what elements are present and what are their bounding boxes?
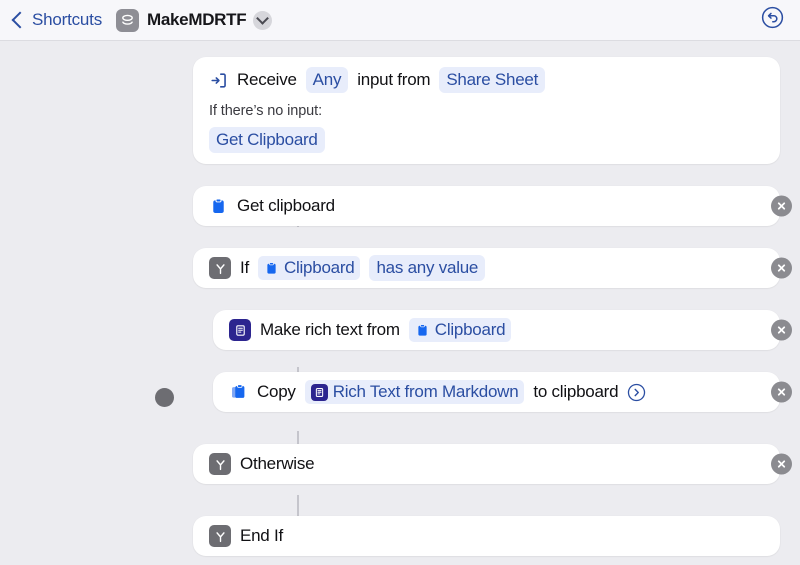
action-card-copy-to-clipboard[interactable]: Copy Rich Text from Markdown to clipboar… [213, 372, 792, 412]
action-card-if[interactable]: If Clipboard has any value [193, 248, 792, 288]
back-button-label: Shortcuts [32, 10, 103, 29]
action-list: Receive Any input from Share Sheet If th… [193, 57, 792, 565]
receive-label-1: Receive [237, 70, 297, 89]
otherwise-label: Otherwise [240, 454, 315, 473]
shortcuts-app-icon [116, 8, 140, 32]
delete-action-button[interactable] [771, 319, 792, 341]
clipboard-icon [209, 197, 228, 216]
action-card-end-if[interactable]: End If [193, 516, 780, 556]
chevron-down-glyph [256, 11, 270, 25]
chevron-left-icon [11, 11, 29, 29]
copy-source-label: Rich Text from Markdown [332, 382, 519, 401]
chevron-right-circle-icon[interactable] [627, 383, 646, 402]
action-card-make-rich-text[interactable]: Make rich text from Clipboard [213, 310, 792, 350]
if-variable-label: Clipboard [283, 258, 355, 277]
rich-text-source-label: Clipboard [434, 320, 506, 339]
action-card-receive-input[interactable]: Receive Any input from Share Sheet If th… [193, 57, 780, 164]
if-condition-token[interactable]: has any value [369, 255, 486, 281]
import-input-icon [209, 71, 228, 90]
page-title: MakeMDRTF [147, 10, 247, 29]
branch-icon [209, 453, 231, 475]
receive-label-2: input from [357, 70, 431, 89]
delete-action-button[interactable] [771, 195, 792, 217]
action-card-otherwise[interactable]: Otherwise [193, 444, 792, 484]
copy-label: Copy [257, 382, 296, 401]
branch-icon [209, 257, 231, 279]
no-input-label: If there’s no input: [209, 103, 323, 119]
rich-text-icon [229, 319, 251, 341]
clipboard-icon [264, 261, 279, 276]
input-type-token[interactable]: Any [305, 67, 349, 93]
rich-text-source-token[interactable]: Clipboard [408, 318, 512, 342]
shortcut-editor-canvas: Receive Any input from Share Sheet If th… [0, 41, 800, 556]
delete-action-button[interactable] [771, 381, 792, 403]
action-card-get-clipboard[interactable]: Get clipboard [193, 186, 792, 226]
copy-clipboard-icon [229, 383, 248, 402]
if-label: If [240, 258, 249, 277]
delete-action-button[interactable] [771, 453, 792, 475]
input-source-token[interactable]: Share Sheet [439, 67, 546, 93]
branch-icon [209, 525, 231, 547]
copy-source-token[interactable]: Rich Text from Markdown [304, 380, 525, 404]
no-input-fallback-token[interactable]: Get Clipboard [209, 127, 325, 153]
if-variable-token[interactable]: Clipboard [257, 256, 361, 280]
make-rich-text-label: Make rich text from [260, 320, 400, 339]
copy-destination-label: to clipboard [533, 382, 619, 401]
navigation-bar: Shortcuts MakeMDRTF [0, 0, 800, 41]
get-clipboard-label: Get clipboard [237, 196, 335, 215]
chevron-down-icon[interactable] [253, 10, 273, 30]
undo-circle-icon[interactable] [761, 6, 784, 34]
delete-action-button[interactable] [771, 257, 792, 279]
drag-dot-indicator[interactable] [155, 388, 174, 407]
clipboard-icon [415, 323, 430, 338]
end-if-label: End If [240, 526, 283, 545]
back-to-shortcuts-button[interactable]: Shortcuts [11, 10, 103, 30]
rich-text-icon [310, 383, 328, 401]
